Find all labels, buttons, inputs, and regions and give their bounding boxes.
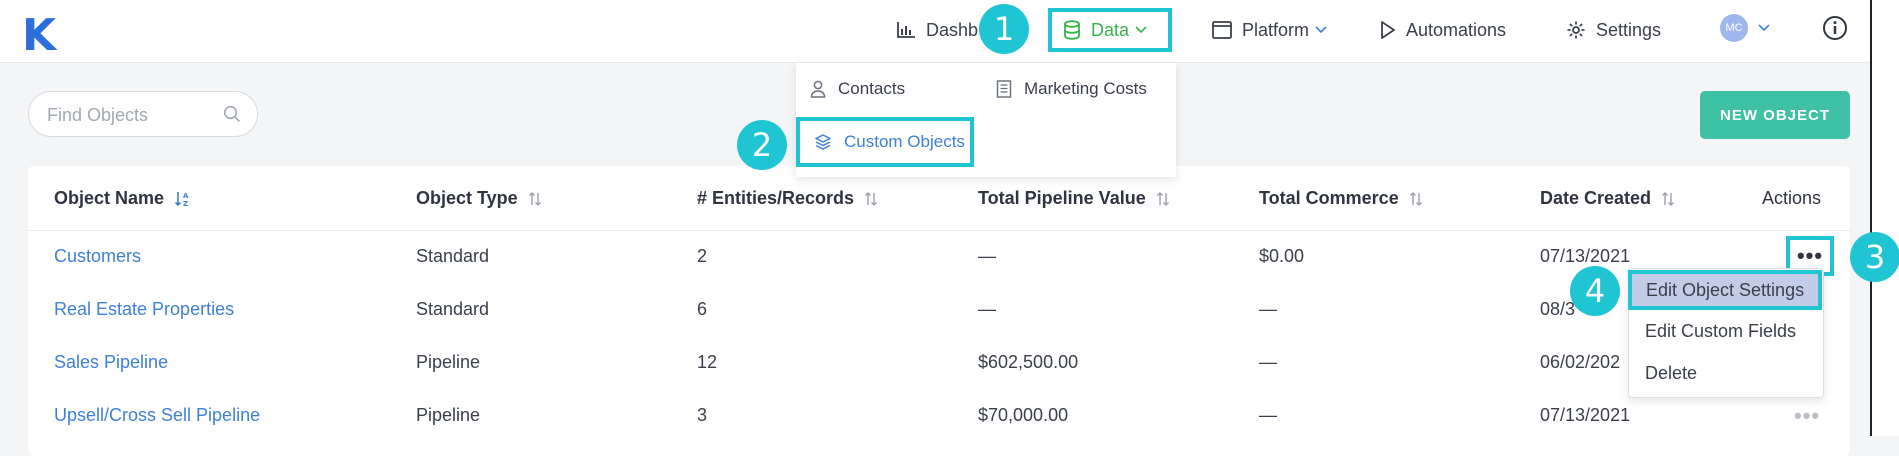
- cell-total-commerce: —: [1259, 352, 1277, 372]
- search-input[interactable]: [45, 104, 219, 127]
- cell-object-type: Standard: [416, 299, 490, 319]
- avatar: MC: [1720, 14, 1748, 42]
- svg-text:Z: Z: [183, 200, 188, 208]
- svg-text:A: A: [183, 192, 189, 200]
- cell-object-type: Pipeline: [416, 405, 481, 425]
- sort-az-icon: AZ: [174, 191, 189, 208]
- header-object-name[interactable]: Object Name AZ: [54, 188, 192, 209]
- top-nav-bar: K Dashb Data Platform Automations Settin…: [0, 0, 1870, 63]
- menu-custom-objects[interactable]: Custom Objects: [796, 117, 974, 167]
- person-icon: [810, 80, 826, 98]
- bar-chart-icon: [897, 22, 915, 38]
- object-link-sales-pipeline[interactable]: Sales Pipeline: [54, 352, 168, 373]
- user-menu[interactable]: MC: [1720, 14, 1780, 42]
- object-link-customers[interactable]: Customers: [54, 246, 141, 267]
- sort-icon: [528, 191, 541, 206]
- sort-icon: [865, 191, 878, 206]
- nav-settings[interactable]: Settings: [1566, 18, 1661, 42]
- layers-icon: [815, 134, 831, 150]
- cell-records: 12: [697, 352, 718, 372]
- gear-icon: [1567, 21, 1585, 39]
- menu-marketing-costs[interactable]: Marketing Costs: [996, 79, 1147, 99]
- step-callout-3: 3: [1850, 232, 1899, 282]
- browser-window-icon: [1212, 21, 1232, 39]
- new-object-button[interactable]: NEW OBJECT: [1700, 91, 1850, 139]
- app-logo[interactable]: K: [22, 10, 56, 61]
- document-list-icon: [996, 80, 1012, 98]
- menu-contacts[interactable]: Contacts: [810, 79, 905, 99]
- cell-date-created: 08/3: [1540, 299, 1576, 319]
- step-callout-4: 4: [1570, 266, 1620, 316]
- cell-date-created: 07/13/2021: [1540, 405, 1631, 425]
- nav-dashboard-label: Dashb: [926, 19, 979, 40]
- cell-date-created: 07/13/2021: [1540, 246, 1631, 266]
- menu-edit-custom-fields[interactable]: Edit Custom Fields: [1645, 321, 1796, 342]
- row-actions-button[interactable]: •••: [1794, 403, 1820, 429]
- cell-pipeline-value: —: [978, 299, 996, 319]
- header-object-type[interactable]: Object Type: [416, 188, 542, 209]
- cell-total-commerce: —: [1259, 299, 1277, 319]
- info-icon: [1823, 16, 1847, 40]
- header-divider: [28, 230, 1850, 231]
- right-gutter: [1872, 0, 1899, 436]
- info-button[interactable]: [1822, 16, 1858, 40]
- cell-object-type: Pipeline: [416, 352, 481, 372]
- database-icon: [1064, 20, 1080, 40]
- cell-total-commerce: $0.00: [1259, 246, 1305, 266]
- object-link-real-estate[interactable]: Real Estate Properties: [54, 299, 234, 320]
- sort-icon: [1156, 191, 1169, 206]
- search-icon: [223, 105, 241, 123]
- menu-edit-object-settings[interactable]: Edit Object Settings: [1628, 270, 1822, 310]
- cell-records: 6: [697, 299, 708, 319]
- chevron-down-icon: [1135, 26, 1147, 34]
- cell-date-created: 06/02/202: [1540, 352, 1621, 372]
- cell-pipeline-value: $70,000.00: [978, 405, 1069, 425]
- cell-pipeline-value: —: [978, 246, 996, 266]
- nav-platform-label: Platform: [1242, 19, 1310, 40]
- step-callout-2: 2: [737, 120, 787, 170]
- cell-pipeline-value: $602,500.00: [978, 352, 1079, 372]
- sort-icon: [1409, 191, 1422, 206]
- chevron-down-icon: [1758, 24, 1770, 32]
- nav-automations-label: Automations: [1406, 19, 1507, 40]
- step-callout-1: 1: [979, 4, 1029, 54]
- header-pipeline-value[interactable]: Total Pipeline Value: [978, 188, 1170, 209]
- cell-total-commerce: —: [1259, 405, 1277, 425]
- nav-automations[interactable]: Automations: [1380, 18, 1506, 42]
- search-box: [28, 91, 258, 137]
- cell-records: 2: [697, 246, 708, 266]
- header-records[interactable]: # Entities/Records: [697, 188, 878, 209]
- nav-data[interactable]: Data: [1048, 8, 1172, 52]
- data-dropdown-menu: Contacts Marketing Costs Custom Objects: [796, 63, 1176, 177]
- header-actions: Actions: [1762, 188, 1822, 208]
- chevron-down-icon: [1315, 26, 1327, 34]
- play-icon: [1381, 21, 1395, 39]
- menu-delete[interactable]: Delete: [1645, 363, 1697, 384]
- nav-dashboard[interactable]: Dashb: [896, 18, 978, 42]
- cell-records: 3: [697, 405, 708, 425]
- object-link-upsell-pipeline[interactable]: Upsell/Cross Sell Pipeline: [54, 405, 260, 426]
- sort-icon: [1662, 191, 1675, 206]
- header-total-commerce[interactable]: Total Commerce: [1259, 188, 1423, 209]
- nav-data-label: Data: [1090, 19, 1130, 40]
- header-date-created[interactable]: Date Created: [1540, 188, 1675, 209]
- nav-platform[interactable]: Platform: [1212, 18, 1337, 42]
- nav-settings-label: Settings: [1596, 19, 1662, 40]
- cell-object-type: Standard: [416, 246, 490, 266]
